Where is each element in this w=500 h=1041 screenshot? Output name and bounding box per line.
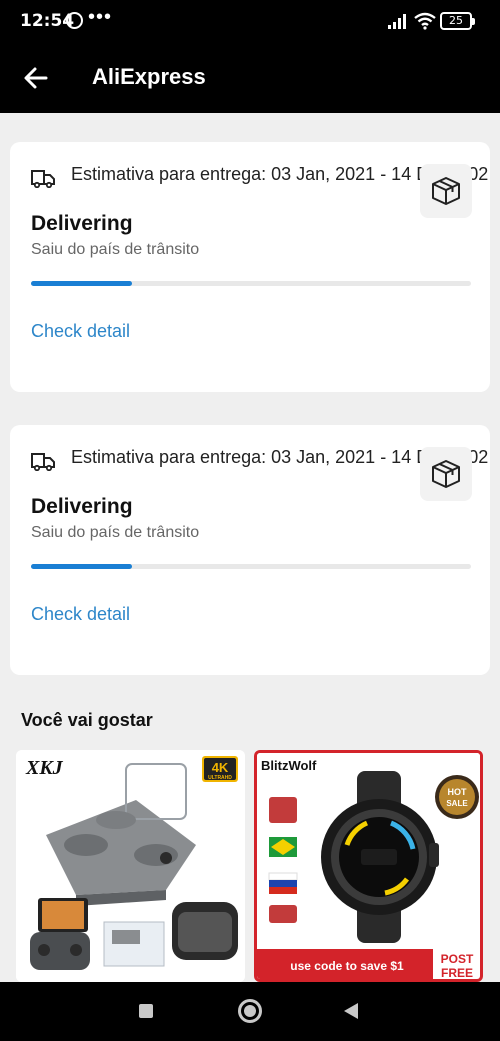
delivery-progress-fill bbox=[31, 564, 133, 569]
hot-sale-badge: HOT bbox=[448, 787, 468, 797]
app-bar: AliExpress bbox=[0, 44, 500, 113]
delivery-truck-icon bbox=[31, 170, 55, 188]
whatsapp-icon bbox=[66, 12, 83, 29]
4k-badge: 4K bbox=[212, 760, 229, 775]
status-bar: 12:54 ••• 25 bbox=[0, 0, 500, 44]
recommendations-title: Você vai gostar bbox=[21, 710, 153, 730]
check-detail-link[interactable]: Check detail bbox=[31, 604, 130, 625]
order-status: Delivering bbox=[31, 495, 133, 518]
order-status: Delivering bbox=[31, 212, 133, 235]
post-free-label-sub: FREE bbox=[441, 966, 473, 979]
page-title: AliExpress bbox=[92, 64, 206, 89]
delivery-progress-bar bbox=[31, 281, 471, 286]
product-card-smartwatch[interactable]: BlitzWolf HOT SALE use code to save $1 P… bbox=[254, 750, 483, 982]
smartwatch-product-image: BlitzWolf HOT SALE use code to save $1 P… bbox=[257, 753, 480, 979]
package-icon bbox=[432, 177, 460, 205]
delivery-progress-fill bbox=[31, 281, 133, 286]
home-button[interactable] bbox=[238, 999, 262, 1023]
post-free-label: POST bbox=[441, 952, 474, 966]
brand-logo: XKJ bbox=[25, 757, 64, 779]
brand-logo: BlitzWolf bbox=[261, 758, 317, 773]
battery-icon: 25 bbox=[440, 12, 475, 30]
check-detail-link[interactable]: Check detail bbox=[31, 321, 130, 342]
signal-icon bbox=[388, 14, 406, 29]
package-thumbnail[interactable] bbox=[420, 164, 472, 218]
promo-banner-text: use code to save $1 bbox=[290, 959, 404, 973]
ultrahd-badge: ULTRAHD bbox=[208, 775, 232, 781]
drone-product-image: XKJ 4K ULTRAHD bbox=[16, 750, 245, 982]
back-button[interactable] bbox=[344, 1003, 358, 1019]
package-thumbnail[interactable] bbox=[420, 447, 472, 501]
product-card-drone[interactable]: XKJ 4K ULTRAHD bbox=[16, 750, 245, 982]
delivery-progress-bar bbox=[31, 564, 471, 569]
order-substatus: Saiu do país de trânsito bbox=[31, 524, 200, 541]
more-notifications-icon: ••• bbox=[88, 6, 113, 28]
wifi-icon bbox=[414, 12, 436, 30]
package-icon bbox=[432, 460, 460, 488]
order-card[interactable]: Estimativa para entrega: 03 Jan, 2021 - … bbox=[10, 142, 490, 392]
back-arrow-icon[interactable] bbox=[20, 62, 52, 94]
recents-button[interactable] bbox=[139, 1004, 153, 1018]
order-substatus: Saiu do país de trânsito bbox=[31, 241, 200, 258]
order-card[interactable]: Estimativa para entrega: 03 Jan, 2021 - … bbox=[10, 425, 490, 675]
hot-sale-badge-sub: SALE bbox=[446, 799, 468, 808]
system-navigation-bar bbox=[0, 982, 500, 1041]
delivery-truck-icon bbox=[31, 453, 55, 471]
